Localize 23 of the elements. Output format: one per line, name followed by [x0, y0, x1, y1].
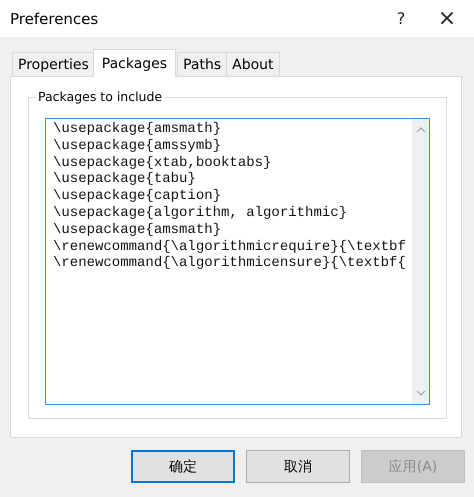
tab[interactable]: Packages — [92, 49, 176, 77]
window-title: Preferences — [10, 10, 100, 28]
code-line: \renewcommand{\algorithmicensure}{\textbf{ — [53, 255, 406, 272]
code-line: \usepackage{xtab,booktabs} — [53, 154, 272, 172]
packages-field[interactable] — [45, 118, 430, 405]
dialog-button[interactable]: 取消 — [246, 450, 350, 483]
code-line: \usepackage{tabu} — [53, 171, 196, 188]
scrollbar[interactable] — [412, 119, 429, 404]
close-button[interactable]: × — [424, 0, 470, 37]
code-line: \usepackage{caption} — [53, 188, 222, 205]
code-line: \usepackage{amsmath} — [53, 121, 222, 138]
code-line: \renewcommand{\algorithmicrequire}{\textbf — [53, 238, 406, 256]
tab[interactable]: Paths — [177, 52, 228, 77]
dialog-button[interactable]: 确定 — [131, 450, 235, 483]
group-title: Packages to include — [35, 89, 166, 104]
code-line: \usepackage{amssymb} — [53, 138, 222, 155]
tab[interactable]: About — [226, 52, 280, 77]
tab[interactable]: Properties — [12, 52, 95, 77]
code-line: \usepackage{amsmath} — [53, 222, 222, 239]
scroll-down-icon[interactable] — [416, 390, 426, 396]
code-line: \usepackage{algorithm, algorithmic} — [53, 204, 348, 222]
help-button[interactable]: ? — [378, 0, 424, 37]
scroll-up-icon[interactable] — [416, 127, 426, 133]
